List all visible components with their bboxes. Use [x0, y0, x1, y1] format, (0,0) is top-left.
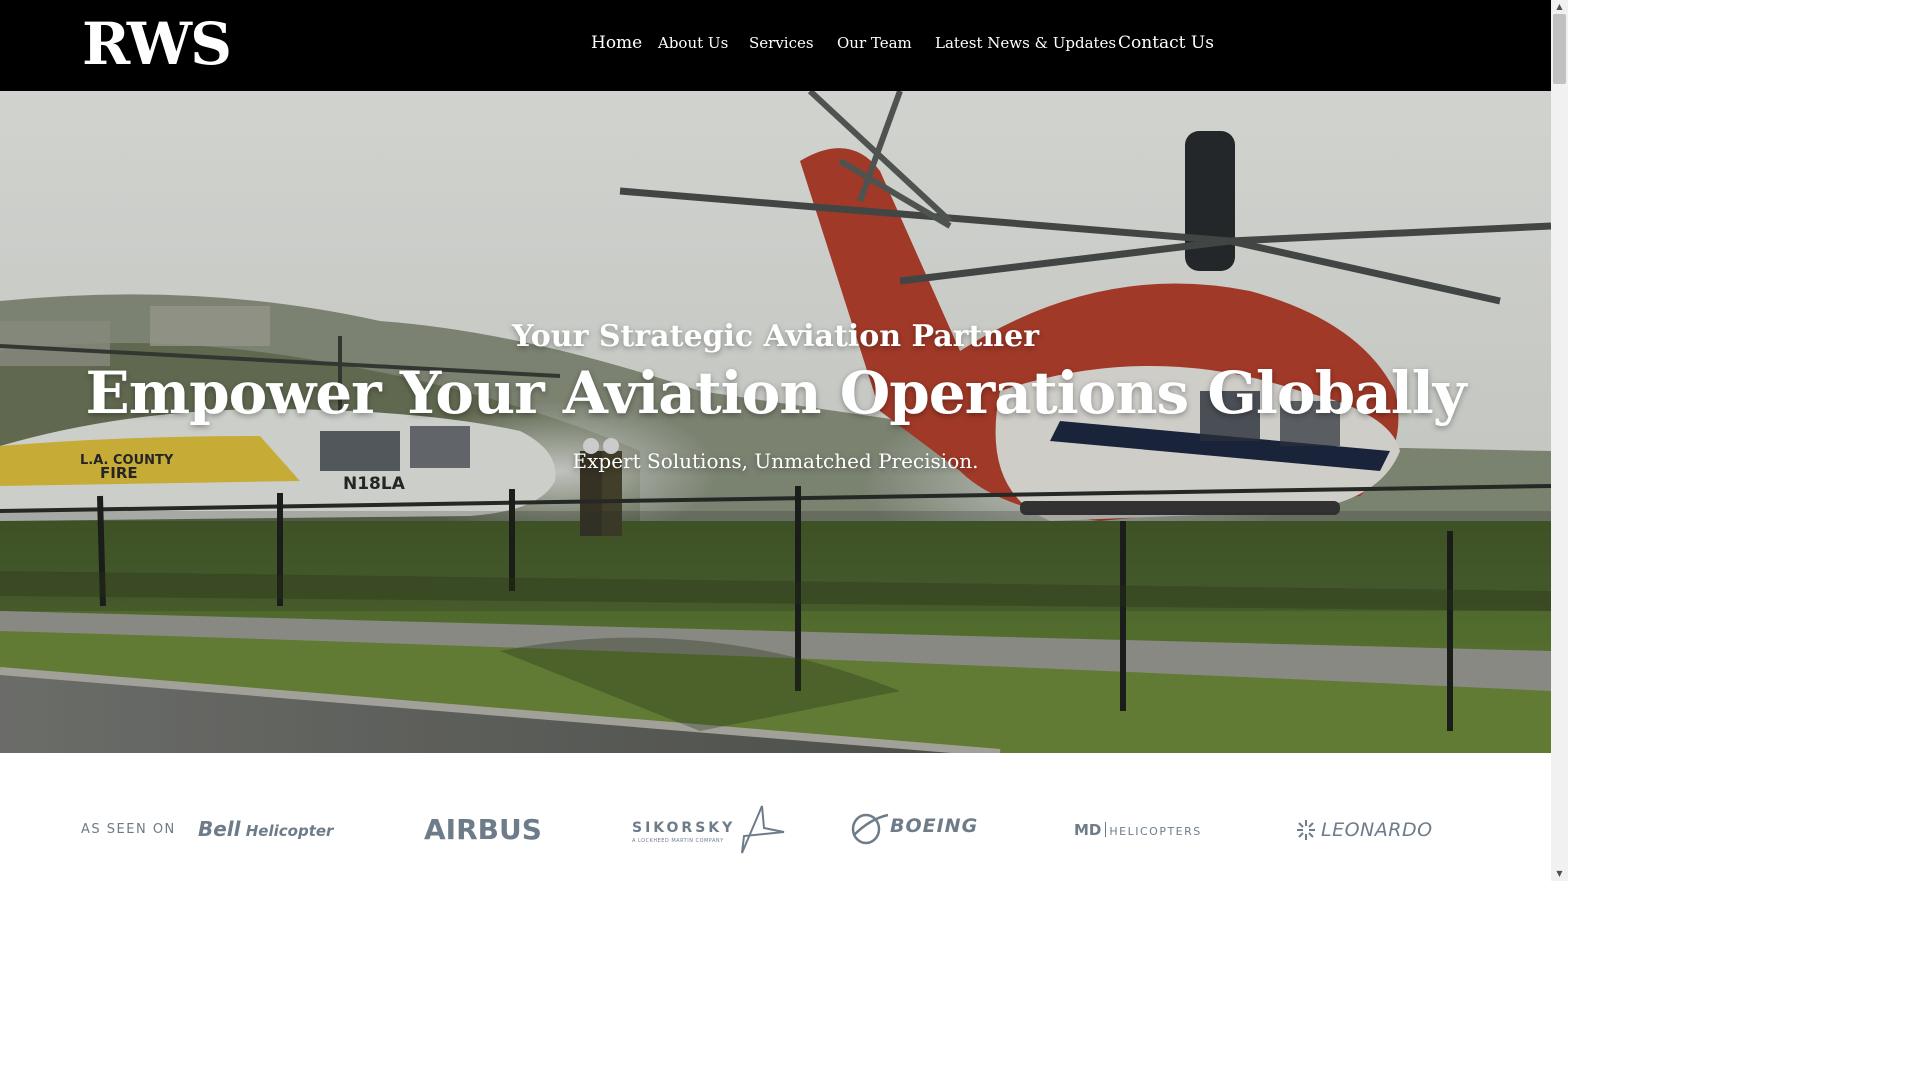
hero-title: Empower Your Aviation Operations Globall… [85, 359, 1467, 427]
sikorsky-logo: SIKORSKY A LOCKHEED MARTIN COMPANY [632, 798, 792, 858]
sikorsky-logo-tagline: A LOCKHEED MARTIN COMPANY [632, 838, 724, 844]
nav-contact-us[interactable]: Contact Us [1118, 33, 1214, 53]
as-seen-on-strip: AS SEEN ON Bell Helicopter AIRBUS SIKORS… [0, 753, 1551, 881]
nav-home[interactable]: Home [591, 33, 642, 53]
md-helicopters-logo: MD HELICOPTERS [1074, 820, 1202, 839]
leonardo-mark-icon [1297, 820, 1315, 840]
bell-logo-subtext: Helicopter [240, 822, 334, 840]
hero-subtitle: Expert Solutions, Unmatched Precision. [572, 449, 979, 473]
scroll-up-arrow-icon[interactable]: ▲ [1551, 0, 1568, 14]
as-seen-on-label: AS SEEN ON [81, 822, 176, 837]
boeing-logo-text: BOEING [890, 815, 979, 837]
scrollbar-thumb[interactable] [1553, 14, 1566, 84]
nav-our-team[interactable]: Our Team [837, 34, 912, 52]
md-logo-divider [1105, 822, 1107, 837]
nav-services[interactable]: Services [749, 34, 814, 52]
nav-about-us[interactable]: About Us [658, 34, 728, 52]
site-header: RWS Home About Us Services Our Team Late… [0, 0, 1551, 91]
boeing-globe-icon [851, 813, 889, 845]
site-logo[interactable]: RWS [82, 8, 232, 80]
hero-eyebrow: Your Strategic Aviation Partner [511, 319, 1040, 354]
md-logo-subtext: HELICOPTERS [1109, 825, 1202, 838]
page-scrollbar[interactable]: ▲ ▼ [1551, 0, 1568, 881]
leonardo-logo: LEONARDO [1294, 817, 1444, 843]
airbus-logo: AIRBUS [424, 813, 542, 846]
hero-section: L.A. COUNTY FIRE N18LA Your Strategic Av… [0, 91, 1551, 753]
nav-latest-news[interactable]: Latest News & Updates [935, 34, 1116, 52]
md-logo-text: MD [1074, 821, 1102, 839]
leonardo-logo-text: LEONARDO [1321, 819, 1433, 841]
bell-logo-text: Bell [198, 817, 241, 841]
bell-helicopter-logo: Bell Helicopter [198, 817, 333, 841]
sikorsky-logo-text: SIKORSKY [632, 820, 736, 836]
boeing-logo: BOEING [850, 809, 1010, 849]
scroll-down-arrow-icon[interactable]: ▼ [1551, 867, 1568, 881]
